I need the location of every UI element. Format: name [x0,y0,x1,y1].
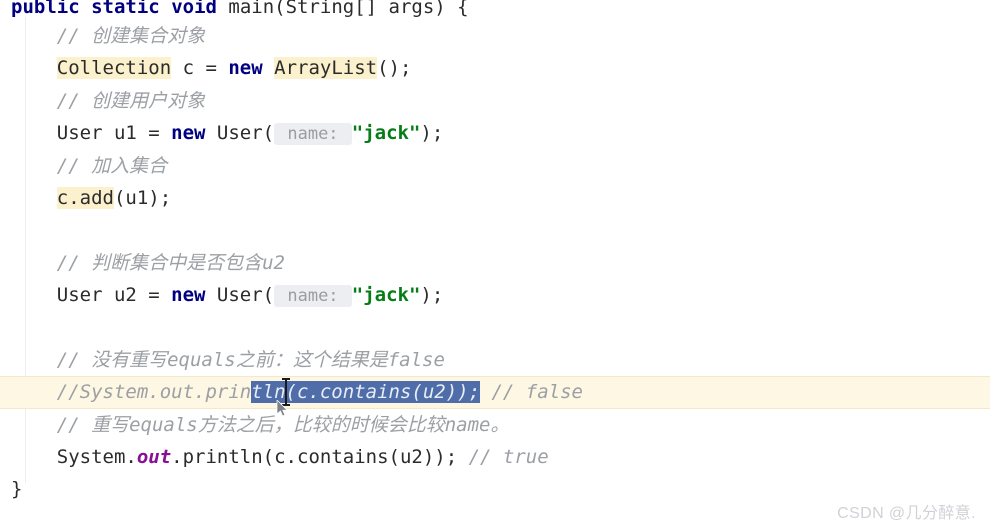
code-line-content: // 创建用户对象 [0,85,990,117]
code-line-content: // 判断集合中是否包含u2 [0,247,990,279]
line-comment-add-to-collection[interactable]: // 加入集合 [0,150,990,182]
code-line-content: // 加入集合 [0,150,990,182]
line-method-signature[interactable]: public static void main(String[] args) { [0,0,990,20]
code-token-inlay: name: [274,123,352,146]
code-line-content: Collection c = new ArrayList(); [0,52,990,84]
code-token-cmt: // 判断集合中是否包含u2 [56,251,285,274]
code-line-content: c.add(u1); [0,182,990,214]
code-token-static-f: out [136,446,172,469]
line-comment-check-contains[interactable]: // 判断集合中是否包含u2 [0,247,990,279]
line-comment-create-collection[interactable]: // 创建集合对象 [0,20,990,52]
code-token-kw: public [11,0,80,18]
code-token-str: "jack" [351,284,421,307]
code-token-plain: System. [11,446,137,469]
line-c-add-u1[interactable]: c.add(u1); [0,182,990,214]
line-user-u1[interactable]: User u1 = new User( name: "jack"); [0,117,990,149]
code-line-content: //System.out.println(c.contains(u2)); //… [0,376,990,408]
code-token-cmt: //System.out.prin [56,381,252,404]
code-token-inlay: name: [274,285,352,308]
code-lines-container[interactable]: public static void main(String[] args) {… [0,0,990,506]
line-collection-decl[interactable]: Collection c = new ArrayList(); [0,52,990,84]
code-line-content: // 重写equals方法之后，比较的时候会比较name。 [0,409,990,441]
code-token-cmt: // true [457,446,549,469]
code-line-content: User u1 = new User( name: "jack"); [0,117,990,150]
code-token-plain: main(String[] args) { [216,0,469,18]
line-println-true[interactable]: System.out.println(c.contains(u2)); // t… [0,441,990,473]
code-token-plain: User u1 = [11,122,172,145]
code-line-content: System.out.println(c.contains(u2)); // t… [0,441,990,473]
code-line-content: // 没有重写equals之前：这个结果是false [0,344,990,376]
code-token-usage: Collection [56,57,172,80]
line-commented-println-false[interactable]: //System.out.println(c.contains(u2)); //… [0,376,990,410]
code-token-kw: void [171,0,217,18]
code-token-plain: (u1); [113,186,172,209]
code-line-content [0,312,990,344]
code-token-plain: (); [377,57,412,80]
code-token-usage: ArrayList [274,57,378,80]
line-blank-2[interactable] [0,312,990,344]
code-editor[interactable]: public static void main(String[] args) {… [0,0,990,531]
line-blank-1[interactable] [0,214,990,246]
code-line-content [0,214,990,246]
line-comment-after-override[interactable]: // 重写equals方法之后，比较的时候会比较name。 [0,409,990,441]
code-token-plain: User( [205,284,275,307]
code-token-plain: .println(c.contains(u2)); [171,446,458,469]
code-token-kw: static [91,0,160,18]
code-token-plain: User u2 = [11,284,172,307]
code-token-cmt: // 创建用户对象 [56,89,206,112]
code-token-plain: User( [205,122,275,145]
code-token-cmt: // 加入集合 [56,154,168,177]
code-token-plain: ); [420,122,444,145]
code-token-plain: ); [420,284,444,307]
code-token-plain: c = [171,57,229,80]
code-token-str: "jack" [351,122,421,145]
code-token-kw: new [171,284,206,307]
line-comment-create-user[interactable]: // 创建用户对象 [0,85,990,117]
code-token-usage: c.add [56,186,114,209]
code-line-content: // 创建集合对象 [0,20,990,52]
code-token-cmt: // false [480,381,583,404]
code-line-content: public static void main(String[] args) { [0,0,990,17]
csdn-watermark: CSDN @几分醉意. [837,505,976,522]
line-comment-before-override[interactable]: // 没有重写equals之前：这个结果是false [0,344,990,376]
code-token-kw: new [171,122,206,145]
line-user-u2[interactable]: User u2 = new User( name: "jack"); [0,279,990,311]
code-token-cmt: // 创建集合对象 [56,25,206,47]
code-token-cmt: // 没有重写equals之前：这个结果是false [56,348,445,371]
code-line-content: User u2 = new User( name: "jack"); [0,279,990,312]
code-token-plain: } [11,478,23,501]
code-token-kw: new [228,57,263,80]
